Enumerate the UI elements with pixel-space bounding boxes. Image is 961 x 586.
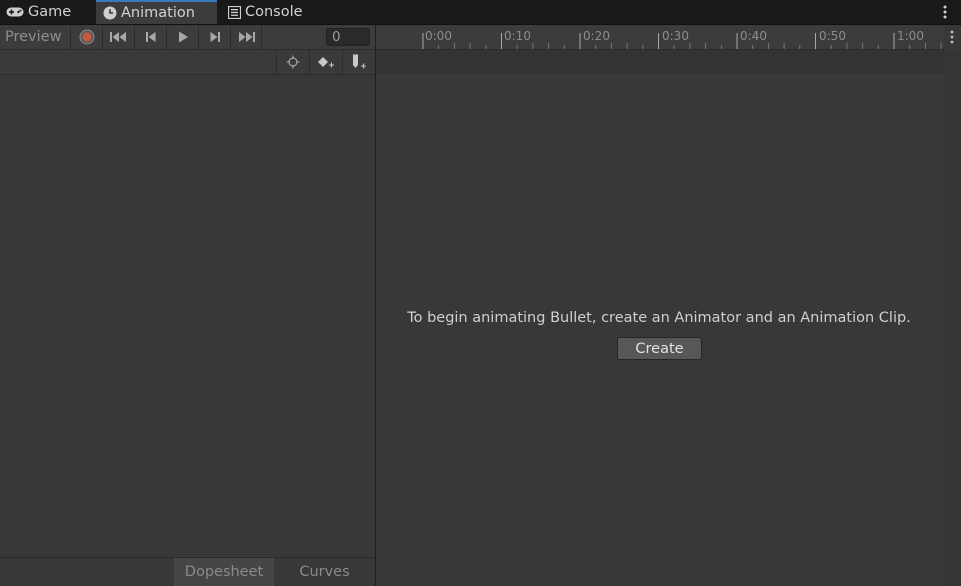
- current-frame-value: 0: [332, 29, 341, 45]
- skip-to-start-icon: [109, 32, 126, 42]
- event-strip[interactable]: [376, 50, 944, 74]
- ruler-label-4: 0:40: [740, 29, 767, 43]
- play-icon: [178, 31, 188, 43]
- add-event-icon: [353, 54, 366, 69]
- keyframe-toolbar: [0, 50, 375, 75]
- curves-label: Curves: [299, 564, 350, 580]
- next-keyframe-button[interactable]: [198, 25, 230, 49]
- timeline-pane: 0:00 0:10 0:20 0:30 0:40 0:50 1:00 To be…: [376, 25, 961, 586]
- create-button[interactable]: Create: [617, 337, 702, 360]
- play-button[interactable]: [166, 25, 198, 49]
- tab-animation[interactable]: Animation: [96, 0, 217, 24]
- ruler-label-2: 0:20: [583, 29, 610, 43]
- ruler-label-6: 1:00: [897, 29, 924, 43]
- previous-keyframe-button[interactable]: [134, 25, 166, 49]
- tab-game[interactable]: Game: [0, 0, 95, 24]
- kebab-menu-icon: [950, 30, 954, 44]
- preview-toggle[interactable]: Preview: [0, 25, 70, 49]
- ruler-label-5: 0:50: [819, 29, 846, 43]
- add-event-button[interactable]: [342, 50, 375, 74]
- tab-game-label: Game: [28, 4, 72, 20]
- vertical-scrollbar[interactable]: [944, 50, 961, 586]
- add-keyframe-icon: [318, 57, 334, 68]
- crosshair-icon: [286, 55, 300, 69]
- tab-curves[interactable]: Curves: [274, 558, 375, 586]
- empty-state-message: To begin animating Bullet, create an Ani…: [407, 310, 911, 326]
- skip-to-end-icon: [239, 32, 255, 42]
- animation-hierarchy-pane: Preview 0 Dopesheet Curves: [0, 25, 375, 586]
- next-frame-icon: [210, 32, 220, 42]
- console-icon: [228, 5, 241, 19]
- tab-animation-label: Animation: [121, 5, 195, 21]
- window-menu-button[interactable]: [937, 3, 953, 21]
- playback-toolbar: Preview 0: [0, 25, 375, 50]
- ruler-ticks: [422, 33, 942, 49]
- dopesheet-label: Dopesheet: [184, 564, 264, 580]
- last-keyframe-button[interactable]: [230, 25, 262, 49]
- clock-icon: [103, 6, 117, 20]
- filter-selection-button[interactable]: [276, 50, 309, 74]
- view-mode-bar: Dopesheet Curves: [0, 557, 375, 586]
- tab-dopesheet[interactable]: Dopesheet: [174, 558, 274, 586]
- record-icon: [79, 29, 94, 45]
- ruler-label-0: 0:00: [425, 29, 452, 43]
- tab-console[interactable]: Console: [222, 0, 322, 24]
- previous-frame-icon: [145, 32, 155, 42]
- current-frame-field[interactable]: 0: [326, 28, 370, 46]
- timeline-ruler[interactable]: 0:00 0:10 0:20 0:30 0:40 0:50 1:00: [376, 25, 944, 50]
- kebab-menu-icon: [943, 5, 947, 19]
- ruler-label-1: 0:10: [504, 29, 531, 43]
- window-tab-bar: Game Animation Console: [0, 0, 961, 25]
- add-keyframe-button[interactable]: [309, 50, 342, 74]
- timeline-options-button[interactable]: [946, 28, 958, 46]
- first-keyframe-button[interactable]: [102, 25, 134, 49]
- gamepad-icon: [6, 6, 24, 18]
- record-button[interactable]: [70, 25, 102, 49]
- tab-console-label: Console: [245, 4, 303, 20]
- preview-label: Preview: [5, 29, 62, 45]
- ruler-label-3: 0:30: [662, 29, 689, 43]
